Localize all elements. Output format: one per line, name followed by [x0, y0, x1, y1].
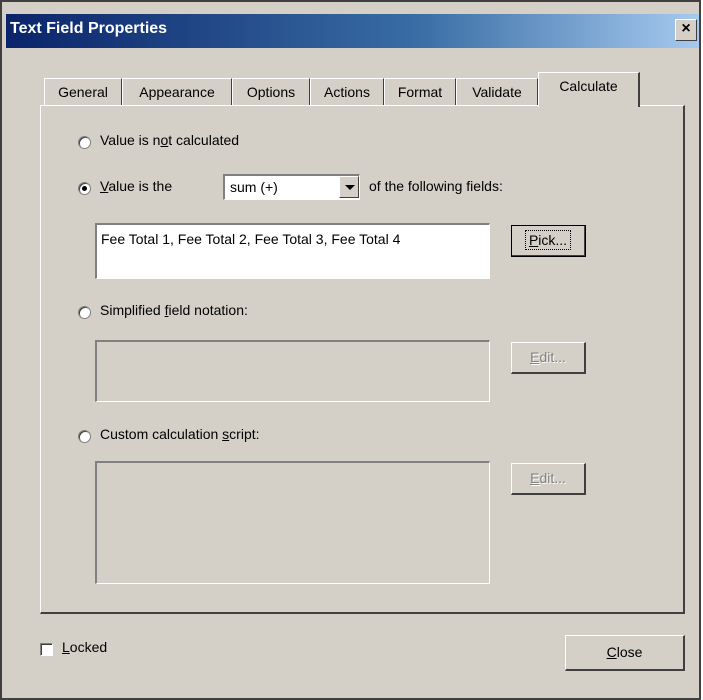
tab-label: Options — [246, 84, 296, 100]
operation-select[interactable]: sum (+) — [223, 174, 360, 200]
value-is-label: Value is the — [100, 178, 173, 194]
radio-custom-script[interactable] — [78, 430, 91, 443]
tab-validate[interactable]: Validate — [456, 78, 538, 106]
pick-button[interactable]: Pick... — [511, 225, 586, 257]
following-fields-label: of the following fields: — [369, 178, 503, 194]
tab-appearance[interactable]: Appearance — [122, 78, 232, 106]
pick-button-label: Pick... — [524, 230, 572, 250]
tab-options[interactable]: Options — [232, 78, 310, 106]
tab-label: General — [58, 84, 108, 100]
tab-general[interactable]: General — [44, 78, 122, 106]
operation-select-value: sum (+) — [230, 179, 278, 195]
tab-label: Validate — [472, 84, 522, 100]
close-icon[interactable]: × — [675, 19, 697, 41]
custom-edit-button: Edit... — [511, 463, 586, 495]
simplified-notation-label: Simplified field notation: — [100, 302, 248, 318]
simplified-edit-button: Edit... — [511, 342, 586, 374]
custom-script-input — [95, 461, 490, 584]
tab-calculate[interactable]: Calculate — [538, 72, 640, 107]
tab-label: Format — [397, 84, 443, 100]
tab-label: Calculate — [559, 78, 618, 94]
tab-actions[interactable]: Actions — [310, 78, 384, 106]
tab-format[interactable]: Format — [384, 78, 456, 106]
title-bar[interactable]: Text Field Properties × — [6, 14, 699, 48]
locked-checkbox[interactable] — [40, 643, 53, 656]
edit-button-label: Edit... — [530, 349, 566, 365]
radio-value-is[interactable] — [78, 182, 91, 195]
radio-not-calculated[interactable] — [78, 136, 91, 149]
close-button-label: Close — [606, 644, 643, 660]
dialog-title: Text Field Properties — [10, 20, 168, 37]
edit-button-label: Edit... — [530, 470, 566, 486]
radio-selected-dot — [82, 186, 87, 191]
not-calculated-label: Value is not calculated — [100, 132, 240, 148]
custom-script-label: Custom calculation script: — [100, 426, 260, 442]
fields-input[interactable]: Fee Total 1, Fee Total 2, Fee Total 3, F… — [95, 223, 490, 279]
close-button[interactable]: Close — [565, 635, 685, 671]
radio-simplified-notation[interactable] — [78, 306, 91, 319]
simplified-notation-input — [95, 340, 490, 402]
locked-label: Locked — [62, 639, 108, 655]
tab-label: Appearance — [139, 84, 215, 100]
text-field-properties-dialog: Text Field Properties × General Appearan… — [0, 0, 701, 700]
chevron-down-icon[interactable] — [339, 176, 359, 198]
tab-label: Actions — [324, 84, 370, 100]
